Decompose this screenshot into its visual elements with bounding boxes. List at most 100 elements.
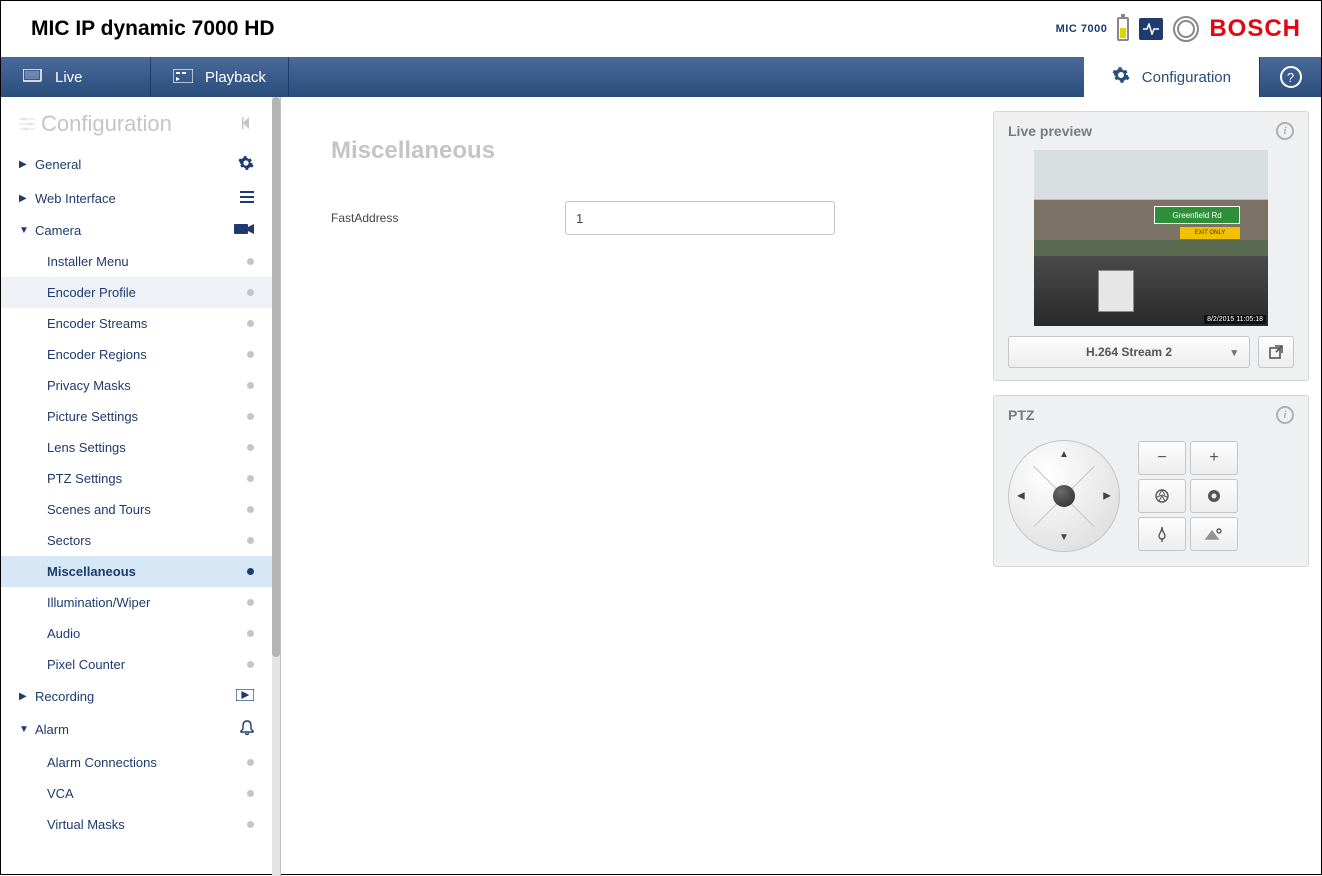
- focus-far-icon: [1205, 528, 1223, 540]
- dot-icon: [247, 444, 254, 451]
- tab-configuration[interactable]: Configuration: [1084, 57, 1259, 97]
- sidebar-item-scenes-tours[interactable]: Scenes and Tours: [1, 494, 272, 525]
- sidebar-scrollbar[interactable]: [272, 97, 280, 876]
- sidebar-item-vca[interactable]: VCA: [1, 778, 272, 809]
- info-icon[interactable]: i: [1276, 406, 1294, 424]
- sidebar-item-privacy-masks[interactable]: Privacy Masks: [1, 370, 272, 401]
- right-panel: Live preview i Greenfield Rd EXIT ONLY 8…: [981, 97, 1321, 876]
- sidebar-item-label: VCA: [47, 786, 74, 801]
- sidebar-section-camera[interactable]: ▼ Camera: [1, 214, 272, 246]
- sidebar-item-label: Alarm Connections: [47, 755, 157, 770]
- sidebar-item-label: Scenes and Tours: [47, 502, 151, 517]
- sidebar-item-label: Encoder Regions: [47, 347, 147, 362]
- fastaddress-input[interactable]: [565, 201, 835, 235]
- sidebar-item-picture-settings[interactable]: Picture Settings: [1, 401, 272, 432]
- ptz-joystick[interactable]: ▲ ▼ ◀ ▶: [1008, 440, 1120, 552]
- sidebar-item-label: PTZ Settings: [47, 471, 122, 486]
- sidebar-item-encoder-profile[interactable]: Encoder Profile: [1, 277, 272, 308]
- iris-open-button[interactable]: [1190, 479, 1238, 513]
- section-label: Recording: [35, 689, 94, 704]
- sidebar-item-label: Audio: [47, 626, 80, 641]
- sidebar-item-label: Virtual Masks: [47, 817, 125, 832]
- power-level-icon: [1117, 17, 1129, 41]
- dot-icon: [247, 537, 254, 544]
- sidebar-item-ptz-settings[interactable]: PTZ Settings: [1, 463, 272, 494]
- section-label: Web Interface: [35, 191, 116, 206]
- header-right: MIC 7000 BOSCH: [1056, 15, 1301, 43]
- sidebar-item-virtual-masks[interactable]: Virtual Masks: [1, 809, 272, 840]
- section-label: General: [35, 157, 81, 172]
- tab-playback[interactable]: Playback: [151, 57, 289, 97]
- ptz-panel: PTZ i ▲ ▼ ◀ ▶ − +: [993, 395, 1309, 567]
- focus-far-button[interactable]: [1190, 517, 1238, 551]
- sidebar-item-label: Encoder Streams: [47, 316, 147, 331]
- tab-playback-label: Playback: [205, 69, 266, 86]
- iris-open-icon: [1206, 488, 1222, 504]
- gear-icon: [1112, 66, 1130, 88]
- dot-icon: [247, 320, 254, 327]
- zoom-in-button[interactable]: +: [1190, 441, 1238, 475]
- dot-icon: [247, 258, 254, 265]
- sidebar-item-encoder-streams[interactable]: Encoder Streams: [1, 308, 272, 339]
- focus-near-button[interactable]: [1138, 517, 1186, 551]
- sidebar-item-illumination-wiper[interactable]: Illumination/Wiper: [1, 587, 272, 618]
- joystick-hub[interactable]: [1053, 485, 1075, 507]
- popout-icon: [1269, 345, 1283, 359]
- dot-icon: [247, 289, 254, 296]
- sidebar-item-installer-menu[interactable]: Installer Menu: [1, 246, 272, 277]
- section-label: Alarm: [35, 722, 69, 737]
- sidebar-item-miscellaneous[interactable]: Miscellaneous: [1, 556, 272, 587]
- sidebar-item-label: Lens Settings: [47, 440, 126, 455]
- iris-close-button[interactable]: [1138, 479, 1186, 513]
- main-tab-bar: Live Playback Configuration ?: [1, 57, 1321, 97]
- heartbeat-icon: [1139, 18, 1163, 40]
- ptz-body: ▲ ▼ ◀ ▶ − +: [994, 434, 1308, 566]
- tab-live[interactable]: Live: [1, 57, 151, 97]
- info-icon[interactable]: i: [1276, 122, 1294, 140]
- live-preview-title: Live preview: [1008, 123, 1092, 139]
- collapse-sidebar-icon[interactable]: [242, 116, 254, 132]
- sidebar-section-web-interface[interactable]: ▶ Web Interface: [1, 182, 272, 214]
- tab-configuration-label: Configuration: [1142, 69, 1231, 86]
- chevron-down-icon: ▼: [19, 225, 29, 236]
- sidebar-item-label: Sectors: [47, 533, 91, 548]
- sidebar-item-encoder-regions[interactable]: Encoder Regions: [1, 339, 272, 370]
- page-title: Miscellaneous: [331, 137, 931, 165]
- zoom-out-button[interactable]: −: [1138, 441, 1186, 475]
- live-preview-body: Greenfield Rd EXIT ONLY 8/2/2015 11:05:1…: [994, 150, 1308, 380]
- sidebar-section-alarm[interactable]: ▼ Alarm: [1, 712, 272, 747]
- live-preview-video[interactable]: Greenfield Rd EXIT ONLY 8/2/2015 11:05:1…: [1034, 150, 1268, 326]
- device-title: MIC IP dynamic 7000 HD: [31, 17, 275, 41]
- sidebar-item-pixel-counter[interactable]: Pixel Counter: [1, 649, 272, 680]
- chevron-up-icon: ▲: [1059, 449, 1069, 460]
- bell-icon: [240, 720, 254, 739]
- popout-button[interactable]: [1258, 336, 1294, 368]
- fastaddress-label: FastAddress: [331, 211, 565, 225]
- sidebar-item-label: Miscellaneous: [47, 564, 136, 579]
- live-preview-header: Live preview i: [994, 112, 1308, 150]
- fastaddress-row: FastAddress: [331, 201, 931, 235]
- dot-icon: [247, 413, 254, 420]
- mic-product-label: MIC 7000: [1056, 23, 1108, 35]
- stream-select-row: H.264 Stream 2: [1008, 336, 1294, 368]
- sidebar-section-general[interactable]: ▶ General: [1, 147, 272, 182]
- sidebar-title-row: Configuration: [1, 97, 272, 147]
- ptz-header: PTZ i: [994, 396, 1308, 434]
- stream-select[interactable]: H.264 Stream 2: [1008, 336, 1250, 368]
- record-icon: [236, 688, 254, 704]
- sidebar-section-recording[interactable]: ▶ Recording: [1, 680, 272, 712]
- sidebar-item-lens-settings[interactable]: Lens Settings: [1, 432, 272, 463]
- sidebar-item-alarm-connections[interactable]: Alarm Connections: [1, 747, 272, 778]
- sidebar-item-label: Privacy Masks: [47, 378, 131, 393]
- sidebar-item-sectors[interactable]: Sectors: [1, 525, 272, 556]
- tab-help[interactable]: ?: [1259, 57, 1321, 97]
- dot-icon: [247, 475, 254, 482]
- chevron-right-icon: ▶: [19, 193, 29, 204]
- tab-spacer: [289, 57, 1084, 97]
- monitor-icon: [23, 69, 43, 85]
- chevron-down-icon: ▼: [1059, 532, 1069, 543]
- minus-icon: −: [1157, 449, 1166, 467]
- dot-icon: [247, 506, 254, 513]
- preview-timestamp: 8/2/2015 11:05:18: [1204, 315, 1266, 324]
- sidebar-item-audio[interactable]: Audio: [1, 618, 272, 649]
